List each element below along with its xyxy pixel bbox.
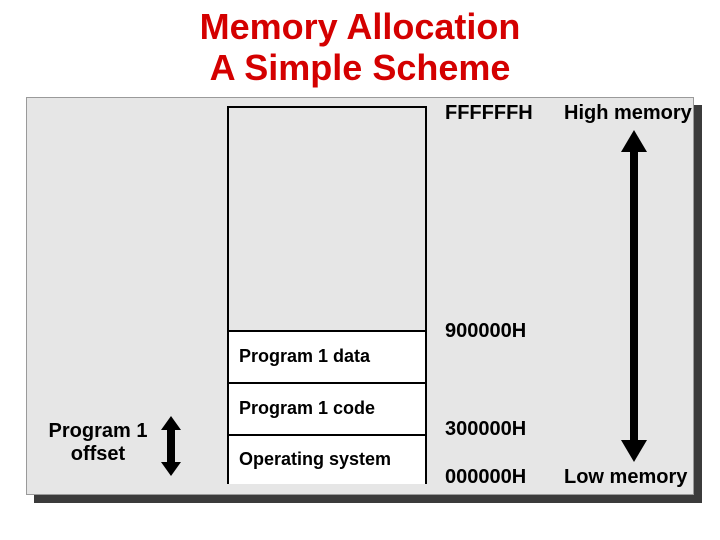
panel-body: Program 1 data Program 1 code Operating …: [26, 97, 694, 495]
memory-column: Program 1 data Program 1 code Operating …: [227, 106, 427, 484]
segment-label: Program 1 data: [239, 346, 370, 367]
slide-title: Memory Allocation A Simple Scheme: [0, 0, 720, 89]
segment-operating-system: Operating system: [229, 434, 425, 484]
offset-line2: offset: [71, 443, 125, 465]
address-ffffff: FFFFFFH: [445, 102, 533, 125]
segment-label: Program 1 code: [239, 398, 375, 419]
address-000000: 000000H: [445, 466, 526, 489]
address-300000: 300000H: [445, 418, 526, 441]
address-900000: 900000H: [445, 320, 526, 343]
diagram-panel: Program 1 data Program 1 code Operating …: [26, 97, 694, 495]
offset-line1: Program 1: [49, 420, 148, 442]
title-line2: A Simple Scheme: [210, 47, 511, 88]
label-low-memory: Low memory: [564, 466, 687, 489]
segment-program1-code: Program 1 code: [229, 382, 425, 434]
segment-program1-data: Program 1 data: [229, 330, 425, 382]
offset-arrow-icon: [161, 416, 181, 476]
title-line1: Memory Allocation: [200, 6, 521, 47]
segment-label: Operating system: [239, 449, 391, 470]
memory-range-arrow-icon: [621, 130, 647, 462]
label-high-memory: High memory: [564, 102, 692, 125]
label-program1-offset: Program 1 offset: [43, 420, 153, 466]
